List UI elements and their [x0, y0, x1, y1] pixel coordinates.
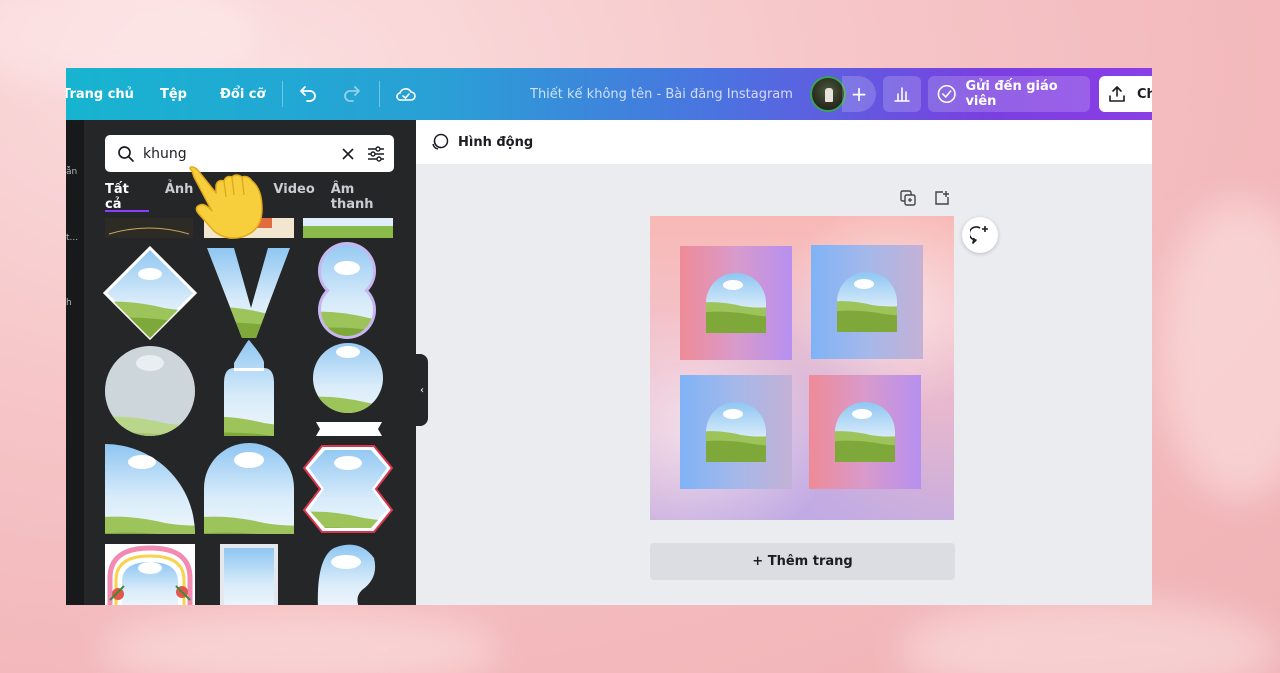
design-canvas[interactable]: [650, 216, 954, 520]
frame-thumbnail-floral-arch[interactable]: [105, 544, 195, 605]
background-cloud: [100, 610, 500, 673]
share-label: Ch: [1137, 86, 1152, 102]
frame-thumbnail[interactable]: [303, 218, 393, 238]
add-page-icon[interactable]: [934, 190, 950, 206]
photo-frame[interactable]: [680, 375, 792, 489]
page-tools: [900, 190, 950, 206]
photo-frame[interactable]: [811, 245, 923, 359]
collapse-panel-button[interactable]: ‹: [416, 354, 428, 426]
insights-button[interactable]: [883, 76, 921, 112]
photo-frame[interactable]: [809, 375, 921, 489]
share-button[interactable]: Ch: [1099, 76, 1152, 112]
tab-audio[interactable]: Âm thanh: [331, 182, 400, 212]
top-bar: Trang chủ Tệp Đổi cỡ Thiết kế không tên …: [66, 68, 1152, 120]
animate-button[interactable]: Hình động: [458, 135, 533, 150]
filter-icon[interactable]: [366, 145, 386, 163]
bar-chart-icon: [894, 87, 910, 102]
add-page-button[interactable]: + Thêm trang: [650, 543, 955, 580]
cloud-saved-icon[interactable]: [395, 68, 417, 120]
check-circle-icon: [937, 84, 956, 104]
frame-thumbnail[interactable]: [105, 218, 193, 238]
home-link[interactable]: Trang chủ: [66, 68, 134, 120]
rail-item-more[interactable]: h: [66, 298, 72, 308]
tab-all[interactable]: Tất cả: [105, 182, 149, 212]
background-cloud: [1160, 200, 1280, 500]
frames-grid: [84, 218, 416, 605]
editor-toolbar: Hình động: [416, 120, 1152, 164]
undo-icon[interactable]: [298, 68, 318, 120]
send-to-teacher-button[interactable]: Gửi đến giáo viên: [928, 76, 1090, 112]
tab-video[interactable]: Video: [273, 182, 314, 212]
canva-editor-window: Trang chủ Tệp Đổi cỡ Thiết kế không tên …: [66, 68, 1152, 605]
duplicate-page-icon[interactable]: [900, 190, 916, 206]
share-icon: [1109, 86, 1125, 102]
photo-frame[interactable]: [680, 246, 792, 360]
frame-thumbnail-rect[interactable]: [220, 544, 278, 605]
send-label: Gửi đến giáo viên: [965, 79, 1058, 109]
file-menu[interactable]: Tệp: [160, 68, 187, 120]
add-comment-button[interactable]: [962, 217, 998, 253]
clear-icon[interactable]: [340, 146, 356, 162]
comment-add-icon: [970, 226, 988, 244]
resize-menu[interactable]: Đổi cỡ: [220, 68, 265, 120]
animate-icon: [432, 133, 449, 150]
left-rail: ẫn t... h: [66, 120, 84, 605]
rail-item-text[interactable]: ẫn: [66, 167, 77, 177]
pointing-hand-icon: [189, 166, 263, 239]
search-input[interactable]: khung: [143, 146, 340, 162]
search-icon: [118, 145, 134, 162]
add-collaborator-button[interactable]: +: [842, 76, 876, 112]
redo-icon[interactable]: [342, 68, 362, 120]
avatar[interactable]: [810, 76, 846, 112]
frame-thumbnail-blob[interactable]: [317, 544, 376, 605]
background-cloud: [900, 600, 1280, 673]
design-title[interactable]: Thiết kế không tên - Bài đăng Instagram: [530, 68, 793, 120]
rail-item-apps[interactable]: t...: [66, 233, 78, 243]
